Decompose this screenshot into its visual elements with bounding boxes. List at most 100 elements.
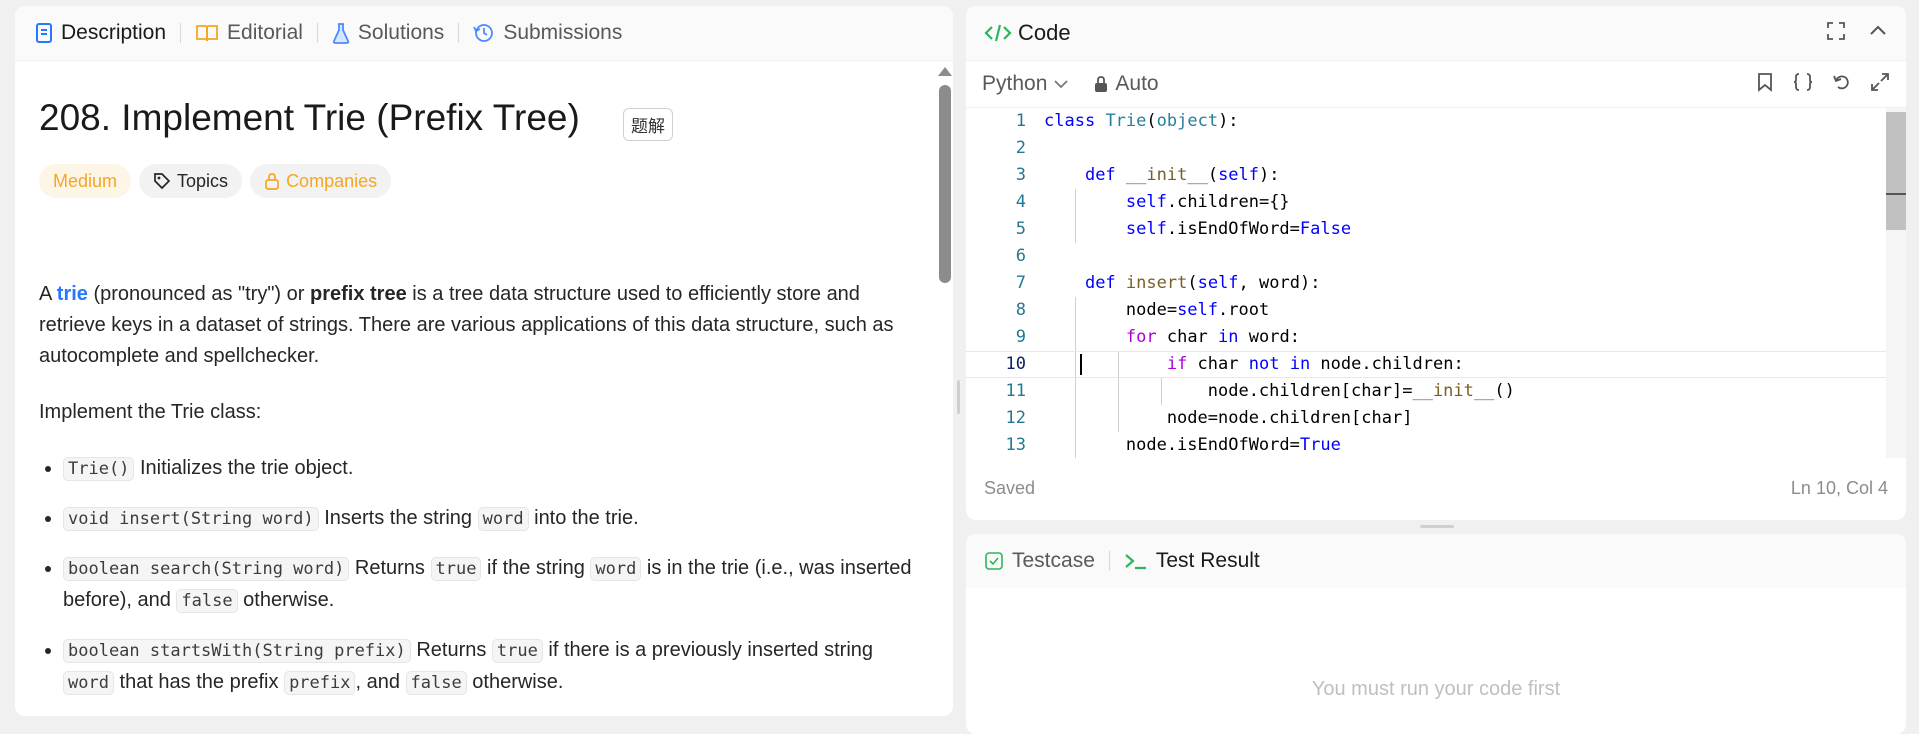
code-text: self.isEndOfWord=False	[1125, 219, 1352, 239]
code-line: 5 self.isEndOfWord=False	[966, 216, 1906, 243]
method-list: Trie() Initializes the trie object. void…	[39, 453, 929, 699]
fullscreen-icon[interactable]	[1826, 21, 1846, 46]
tag-row: Medium Topics Companies	[39, 164, 392, 198]
companies-tag-label: Companies	[286, 170, 378, 191]
code-snippet: word	[477, 507, 529, 531]
line-number: 13	[1005, 435, 1026, 455]
text-span: Returns	[349, 557, 431, 579]
code-text: node.children[char]=__init__()	[1044, 381, 1515, 401]
tab-submissions[interactable]: Submissions	[473, 6, 622, 60]
collapse-icon[interactable]	[1868, 21, 1888, 46]
tab-divider	[458, 23, 460, 43]
code-snippet: Trie()	[63, 457, 135, 481]
tab-editorial-label: Editorial	[227, 21, 303, 44]
line-number: 3	[1015, 165, 1026, 185]
tab-divider	[316, 23, 318, 43]
line-number: 5	[1015, 219, 1026, 239]
tab-test-result[interactable]: Test Result	[1124, 549, 1260, 573]
line-number: 6	[1015, 246, 1026, 266]
expand-icon[interactable]	[1870, 72, 1890, 97]
tab-editorial[interactable]: Editorial	[195, 6, 303, 60]
editor-scroll-thumb[interactable]	[1886, 112, 1906, 230]
trie-link[interactable]: trie	[57, 283, 88, 305]
code-text: if char not in node.children:	[1166, 354, 1464, 374]
format-braces-icon[interactable]	[1792, 72, 1814, 97]
code-text: def __init__(self):	[1084, 165, 1280, 185]
text-span: otherwise.	[237, 589, 335, 611]
auto-mode-label: Auto	[1115, 72, 1159, 95]
indent-guide	[1118, 378, 1119, 405]
code-text: self.children={}	[1125, 192, 1290, 212]
reset-icon[interactable]	[1832, 72, 1852, 97]
line-number: 1	[1015, 111, 1026, 131]
code-snippet: word	[590, 557, 642, 581]
solution-cn-button[interactable]: 题解	[623, 108, 673, 141]
topics-tag-label: Topics	[177, 170, 229, 191]
tab-description-label: Description	[61, 21, 167, 44]
indent-guide	[1075, 216, 1076, 243]
terminal-icon	[1124, 551, 1148, 571]
text-span: that has the prefix	[113, 671, 285, 693]
editor-scrollbar[interactable]	[1886, 108, 1906, 458]
indent-guide	[1075, 378, 1076, 405]
text-caret	[1080, 354, 1082, 375]
page-title: 208. Implement Trie (Prefix Tree)	[39, 97, 580, 138]
language-select[interactable]: Python	[982, 72, 1075, 96]
tab-solutions[interactable]: Solutions	[332, 6, 444, 60]
indent-guide	[1075, 189, 1076, 216]
code-title: Code	[984, 20, 1071, 46]
code-snippet: word	[63, 671, 114, 695]
code-line: 13 node.isEndOfWord=True	[966, 432, 1906, 458]
code-line: 12 node=node.children[char]	[966, 405, 1906, 432]
code-text: node=self.root	[1044, 300, 1270, 320]
text-span: Inserts the string	[318, 507, 478, 529]
code-editor[interactable]: 1 class Trie(object): 2 3 def __init__(se…	[966, 108, 1906, 458]
code-line: 9 for char in word:	[966, 324, 1906, 351]
code-header: Code	[966, 6, 1906, 61]
code-text: class Trie(object):	[1044, 111, 1239, 131]
tab-testcase[interactable]: Testcase	[984, 549, 1095, 573]
description-tabbar: Description Editorial Solutions Submissi…	[15, 6, 953, 61]
code-snippet: void insert(String word)	[63, 507, 319, 531]
bookmark-icon[interactable]	[1756, 72, 1774, 97]
tab-divider	[1108, 551, 1110, 571]
code-text: def insert(self, word):	[1084, 273, 1321, 293]
line-number: 2	[1015, 138, 1026, 158]
indent-guide	[1075, 324, 1076, 351]
code-panel: Code Python Auto 1 class Trie(object): 2…	[966, 6, 1906, 520]
indent-guide	[1075, 297, 1076, 324]
empty-result-message: You must run your code first	[1311, 678, 1561, 700]
scroll-up-arrow-icon[interactable]	[938, 67, 952, 76]
tab-description[interactable]: Description	[35, 6, 166, 60]
lock-icon	[264, 172, 280, 190]
code-icon	[984, 22, 1012, 44]
code-line-current: 10 if char not in node.children:	[966, 351, 1906, 378]
book-icon	[195, 23, 219, 43]
code-snippet: boolean startsWith(String prefix)	[63, 639, 411, 663]
code-line: 8 node=self.root	[966, 297, 1906, 324]
implement-paragraph: Implement the Trie class:	[39, 401, 262, 423]
cursor-position-marker	[1886, 193, 1906, 195]
auto-mode-toggle[interactable]: Auto	[1093, 72, 1159, 96]
lock-icon	[1093, 75, 1109, 93]
line-number: 11	[1005, 381, 1026, 401]
tag-icon	[153, 172, 171, 190]
horizontal-resize-handle[interactable]	[1420, 525, 1454, 528]
text-span: if the string	[481, 557, 591, 579]
checkbox-icon	[984, 551, 1004, 571]
list-item: void insert(String word) Inserts the str…	[63, 503, 929, 535]
code-text: node=node.children[char]	[1044, 408, 1413, 428]
code-snippet: true	[491, 639, 543, 663]
description-scroll-thumb[interactable]	[939, 85, 951, 283]
tab-submissions-label: Submissions	[503, 21, 623, 44]
description-scrollbar[interactable]	[937, 61, 952, 711]
code-line: 7 def insert(self, word):	[966, 270, 1906, 297]
topics-tag[interactable]: Topics	[139, 164, 243, 198]
test-panel-tabbar: Testcase Test Result	[966, 534, 1906, 588]
text-span: otherwise.	[466, 671, 564, 693]
line-number: 10	[1005, 354, 1026, 374]
vertical-resize-handle[interactable]	[957, 380, 960, 414]
code-snippet: false	[176, 589, 238, 613]
text-span: Returns	[410, 639, 492, 661]
companies-tag[interactable]: Companies	[250, 164, 392, 198]
